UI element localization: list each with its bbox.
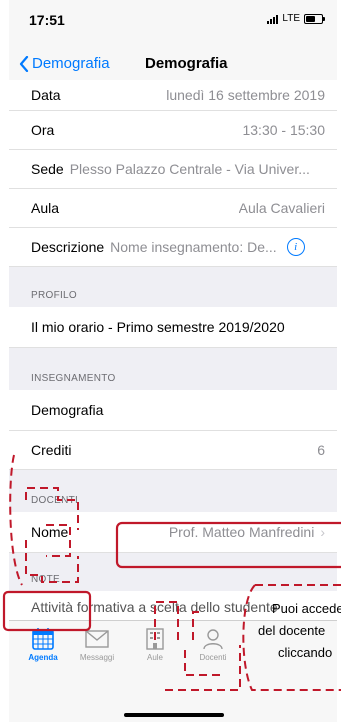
envelope-icon (85, 630, 109, 648)
building-icon (146, 628, 164, 650)
callout-line-3: cliccando (278, 645, 333, 660)
crediti-value: 6 (317, 442, 325, 458)
tab-aule[interactable]: Aule (125, 627, 185, 662)
tab-messaggi[interactable]: Messaggi (67, 627, 127, 662)
section-header-docenti: DOCENTI (9, 470, 337, 512)
detail-value: Nome insegnamento: De... (110, 239, 277, 255)
crediti-label: Crediti (31, 442, 72, 458)
detail-label: Descrizione (31, 239, 105, 255)
battery-icon (304, 13, 325, 24)
tab-label: Aule (146, 653, 163, 662)
chevron-right-icon: › (320, 524, 325, 540)
info-icon[interactable]: i (286, 238, 305, 256)
section-header-profilo: PROFILO (9, 267, 337, 307)
docente-label: Nome (31, 524, 69, 540)
detail-label: Aula (31, 200, 60, 216)
tab-agenda[interactable]: Agenda (13, 627, 73, 662)
status-indicators: LTE (267, 13, 325, 24)
detail-label: Sede (31, 161, 64, 177)
profilo-item[interactable]: Il mio orario - Primo semestre 2019/2020 (9, 307, 337, 348)
tab-docenti[interactable]: Docenti (183, 627, 243, 662)
docente-name: Prof. Matteo Manfredini (168, 524, 315, 540)
network-label: LTE (282, 13, 300, 24)
detail-value: Plesso Palazzo Centrale - Via Univer... (69, 161, 310, 177)
detail-value: Aula Cavalieri (238, 200, 325, 216)
profilo-label: Il mio orario - Primo semestre 2019/2020 (31, 319, 285, 335)
crediti-row: Crediti 6 (9, 431, 337, 470)
detail-label: Ora (31, 122, 55, 138)
tab-label: Messaggi (79, 653, 115, 662)
back-button[interactable]: Demografia (19, 55, 110, 72)
status-bar: 17:51 LTE (9, 0, 337, 44)
section-header-note: NOTE (9, 553, 337, 591)
detail-value: lunedì 16 settembre 2019 (166, 87, 325, 103)
person-icon (203, 629, 223, 650)
detail-row-aula: Aula Aula Cavalieri (9, 189, 337, 228)
page-title: Demografia (145, 55, 228, 72)
tab-label: Agenda (28, 653, 58, 662)
callout-line-2: del docente (258, 623, 326, 638)
insegnamento-name: Demografia (31, 402, 104, 418)
section-header-insegnamento: INSEGNAMENTO (9, 348, 337, 390)
status-time: 17:51 (29, 12, 65, 28)
detail-label: Data (31, 87, 61, 103)
note-text: Attività formativa a scelta dello studen… (31, 599, 278, 615)
home-indicator (124, 713, 224, 717)
callout-text: Puoi accedere del docente cliccando (258, 598, 341, 688)
back-button-label: Demografia (32, 55, 110, 72)
page: 17:51 LTE Demografia Demografia Data lun… (0, 0, 341, 722)
event-details: Data lunedì 16 settembre 2019 Ora 13:30 … (9, 80, 337, 629)
detail-value: 13:30 - 15:30 (242, 122, 325, 138)
detail-row-sede: Sede Plesso Palazzo Centrale - Via Unive… (9, 150, 337, 189)
callout-line-1: Puoi accedere (272, 601, 341, 616)
detail-row-descrizione[interactable]: Descrizione Nome insegnamento: De... i (9, 228, 337, 267)
detail-row-data: Data lunedì 16 settembre 2019 (9, 80, 337, 111)
docente-row[interactable]: Nome Prof. Matteo Manfredini › (9, 512, 337, 553)
detail-row-ora: Ora 13:30 - 15:30 (9, 111, 337, 150)
chevron-left-icon (19, 55, 29, 72)
signal-icon (267, 14, 279, 24)
calendar-icon (32, 628, 54, 650)
insegnamento-name-row: Demografia (9, 390, 337, 431)
tab-label: Docenti (199, 653, 227, 662)
